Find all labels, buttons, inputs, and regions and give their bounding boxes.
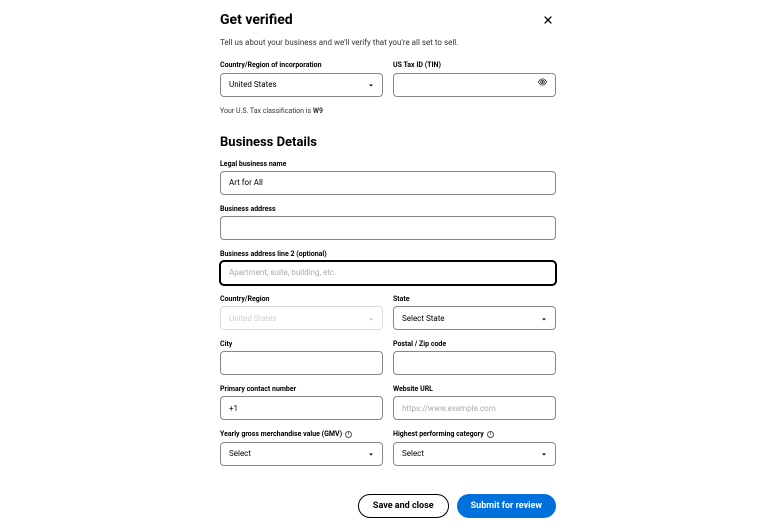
url-label: Website URL — [393, 385, 556, 393]
phone-label: Primary contact number — [220, 385, 383, 393]
page-subtitle: Tell us about your business and we'll ve… — [220, 38, 556, 47]
tax-helper-text: Your U.S. Tax classification is W9 — [220, 107, 556, 115]
state-select[interactable]: Select State — [393, 306, 556, 330]
url-input[interactable] — [393, 396, 556, 420]
state-label: State — [393, 295, 556, 303]
country-incorporation-label: Country/Region of incorporation — [220, 61, 383, 69]
postal-input[interactable] — [393, 351, 556, 375]
close-icon — [542, 14, 554, 26]
city-input[interactable] — [220, 351, 383, 375]
gmv-label: Yearly gross merchandise value (GMV) i — [220, 430, 383, 438]
country-label: Country/Region — [220, 295, 383, 303]
page-title: Get verified — [220, 12, 293, 28]
country-select: United States — [220, 306, 383, 330]
toggle-visibility-button[interactable] — [537, 77, 548, 92]
phone-input[interactable] — [220, 396, 383, 420]
address-input[interactable] — [220, 216, 556, 240]
category-select[interactable]: Select — [393, 442, 556, 466]
modal-container: Get verified Tell us about your business… — [0, 0, 776, 530]
save-close-button[interactable]: Save and close — [358, 494, 449, 518]
eye-icon — [537, 77, 548, 88]
legal-name-input[interactable] — [220, 171, 556, 195]
info-icon[interactable]: i — [487, 431, 494, 438]
legal-name-label: Legal business name — [220, 160, 556, 168]
address2-input[interactable] — [220, 261, 556, 285]
country-incorporation-select[interactable]: United States — [220, 73, 383, 97]
address2-label: Business address line 2 (optional) — [220, 250, 556, 258]
city-label: City — [220, 340, 383, 348]
category-label: Highest performing category i — [393, 430, 556, 438]
tax-id-label: US Tax ID (TIN) — [393, 61, 556, 69]
info-icon[interactable]: i — [345, 431, 352, 438]
address-label: Business address — [220, 205, 556, 213]
postal-label: Postal / Zip code — [393, 340, 556, 348]
gmv-select[interactable]: Select — [220, 442, 383, 466]
tax-id-input[interactable] — [393, 73, 556, 97]
business-details-heading: Business Details — [220, 135, 556, 150]
close-button[interactable] — [540, 12, 556, 32]
submit-review-button[interactable]: Submit for review — [457, 494, 556, 518]
